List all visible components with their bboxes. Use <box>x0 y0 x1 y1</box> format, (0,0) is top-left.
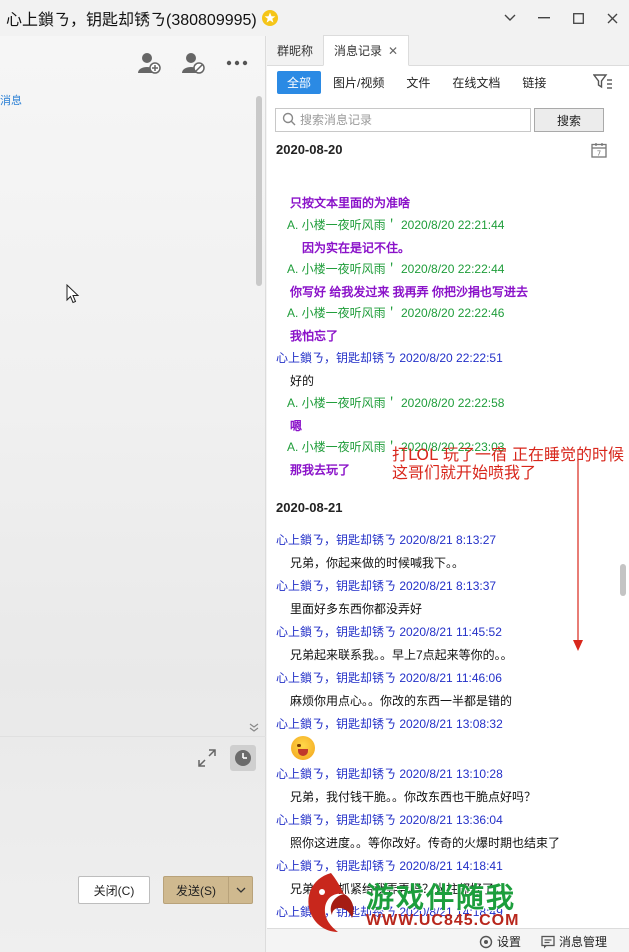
message-sender-other: A. 小楼一夜听风雨＇ 2020/8/20 22:22:44 <box>287 262 505 276</box>
annotation-text: 打LOL 玩了一宿 正在睡觉的时候 这哥们就开始喷我了 <box>392 446 624 482</box>
chat-scrollbar[interactable] <box>256 96 262 286</box>
gear-icon <box>479 935 493 949</box>
message-sender-other: A. 小楼一夜听风雨＇ 2020/8/20 22:22:58 <box>287 396 505 410</box>
message-text: 你写好 给我发过来 我再弄 你把沙捐也写进去 <box>290 285 529 299</box>
remove-member-icon[interactable] <box>180 50 206 76</box>
tab-close-icon[interactable]: ✕ <box>388 44 398 58</box>
settings-button[interactable]: 设置 <box>479 933 521 950</box>
send-button[interactable]: 发送(S) <box>163 876 253 904</box>
filter-bar: 全部 图片/视频 文件 在线文档 链接 <box>267 69 629 95</box>
message-sender-self: 心上鎖ㄋ，钥匙却锈ㄋ 2020/8/20 22:22:51 <box>276 351 503 365</box>
message-sender-self: 心上鎖ㄋ，钥匙却锈ㄋ 2020/8/21 8:13:27 <box>276 533 497 547</box>
window-controls <box>493 0 629 36</box>
message-emoji <box>291 736 315 763</box>
message-text: 兄弟。能抓紧给我弄弄吗？光柱都好了。。 <box>290 882 513 896</box>
input-toolbar <box>0 736 266 778</box>
unread-hint[interactable]: 消息 <box>0 92 22 108</box>
expand-icon[interactable] <box>194 745 220 771</box>
chat-toolbar <box>0 36 266 88</box>
chevron-down-icon[interactable] <box>493 0 527 36</box>
message-manager-icon <box>541 935 555 949</box>
tab-label: 消息记录 <box>334 44 383 58</box>
date-header: 2020-08-21 <box>276 500 343 515</box>
message-text: 因为实在是记不住。 <box>302 241 411 255</box>
tab-label: 群昵称 <box>277 43 314 58</box>
panel-tabs: 群昵称 消息记录 ✕ <box>267 35 629 66</box>
tab-group-nickname[interactable]: 群昵称 <box>267 35 323 65</box>
message-manager-button[interactable]: 消息管理 <box>541 933 607 950</box>
bottom-bar: 设置 消息管理 <box>267 928 629 952</box>
date-header: 2020-08-20 <box>276 142 343 157</box>
filter-files[interactable]: 文件 <box>396 71 440 94</box>
star-icon[interactable] <box>261 9 279 27</box>
message-text: 兄弟起来联系我。。早上7点起来等你的。。 <box>290 648 513 662</box>
message-sender-self: 心上鎖ㄋ，钥匙却锈ㄋ 2020/8/21 11:46:06 <box>276 671 502 685</box>
message-sender-self: 心上鎖ㄋ，钥匙却锈ㄋ 2020/8/21 13:36:04 <box>276 813 503 827</box>
message-text: 兄弟，我付钱干脆。。你改东西也干脆点好吗？ <box>290 790 537 804</box>
message-sender-self: 心上鎖ㄋ，钥匙却锈ㄋ 2020/8/21 13:08:32 <box>276 717 503 731</box>
crying-face-icon <box>291 736 315 760</box>
message-sender-self: 心上鎖ㄋ，钥匙却锈ㄋ 2020/8/21 14:18:41 <box>276 859 503 873</box>
annotation-line: 这哥们就开始喷我了 <box>392 463 537 482</box>
send-options-chevron-icon[interactable] <box>228 877 252 903</box>
filter-all[interactable]: 全部 <box>277 70 322 94</box>
svg-text:7: 7 <box>597 150 601 158</box>
message-text: 只按文本里面的为准啥 <box>290 196 411 210</box>
search-button[interactable]: 搜索 <box>534 108 604 132</box>
filter-docs[interactable]: 在线文档 <box>442 71 510 94</box>
message-manager-label: 消息管理 <box>559 935 608 949</box>
message-text: 好的 <box>290 374 315 388</box>
search-icon <box>282 112 296 129</box>
more-icon[interactable] <box>224 50 250 76</box>
message-sender-self: 心上鎖ㄋ，钥匙却锈ㄋ 2020/8/21 14:18:49 <box>276 905 503 919</box>
chat-area: 消息 <box>0 36 266 952</box>
tab-message-history[interactable]: 消息记录 ✕ <box>323 35 410 66</box>
message-text: 那我去玩了 <box>290 463 351 477</box>
message-sender-self: 心上鎖ㄋ，钥匙却锈ㄋ 2020/8/21 8:13:37 <box>276 579 497 593</box>
search-field[interactable] <box>275 108 531 132</box>
message-sender-self: 心上鎖ㄋ，钥匙却锈ㄋ 2020/8/21 13:10:28 <box>276 767 503 781</box>
title-bar: 心上鎖ㄋ，钥匙却锈ㄋ(380809995) <box>0 0 629 36</box>
filter-links[interactable]: 链接 <box>512 71 556 94</box>
settings-label: 设置 <box>497 935 522 949</box>
message-text: 兄弟，你起来做的时候喊我下。。 <box>290 556 465 570</box>
message-text: 里面好多东西你都没弄好 <box>290 602 423 616</box>
filter-options-icon[interactable] <box>592 73 613 91</box>
history-scrollbar[interactable] <box>620 564 626 596</box>
maximize-icon[interactable] <box>561 0 595 36</box>
message-sender-self: 心上鎖ㄋ，钥匙却锈ㄋ 2020/8/21 11:45:52 <box>276 625 502 639</box>
mouse-cursor-icon <box>66 283 80 307</box>
calendar-icon[interactable]: 7 <box>591 142 607 161</box>
collapse-chevron-icon[interactable] <box>249 722 259 735</box>
close-icon[interactable] <box>595 0 629 36</box>
message-text: 嗯 <box>290 419 303 433</box>
annotation-arrow-icon <box>573 460 583 651</box>
close-button[interactable]: 关闭(C) <box>78 876 150 904</box>
message-sender-other: A. 小楼一夜听风雨＇ 2020/8/20 22:21:44 <box>287 218 505 232</box>
minimize-icon[interactable] <box>527 0 561 36</box>
message-text: 我怕忘了 <box>290 329 339 343</box>
window-title: 心上鎖ㄋ，钥匙却锈ㄋ(380809995) <box>6 12 257 29</box>
message-text: 照你这进度。。等你改好。传奇的火爆时期也结束了 <box>290 836 561 850</box>
message-sender-other: A. 小楼一夜听风雨＇ 2020/8/20 22:22:46 <box>287 306 505 320</box>
search-input[interactable] <box>300 113 510 127</box>
message-text: 麻烦你用点心。。你改的东西一半都是错的 <box>290 694 513 708</box>
filter-media[interactable]: 图片/视频 <box>323 71 394 94</box>
add-member-icon[interactable] <box>136 50 162 76</box>
history-clock-icon[interactable] <box>230 745 256 771</box>
send-button-label: 发送(S) <box>176 883 216 898</box>
annotation-line: 打LOL 玩了一宿 正在睡觉的时候 <box>392 445 625 464</box>
